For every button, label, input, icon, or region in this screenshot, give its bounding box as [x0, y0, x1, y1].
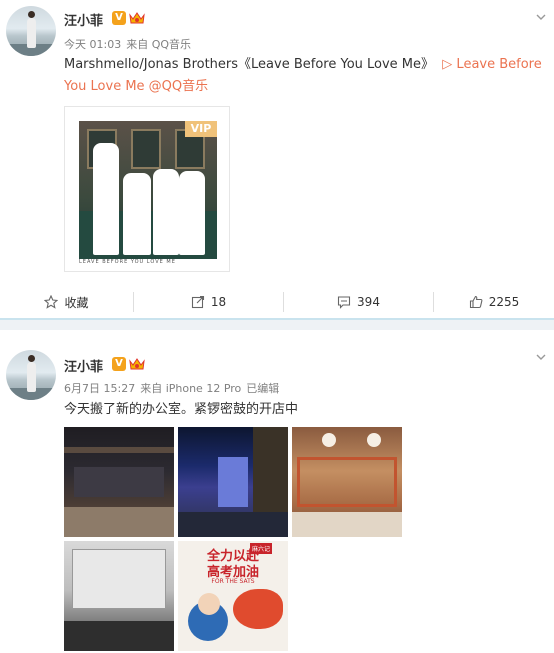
photo-thumbnail-3[interactable]: [292, 427, 402, 537]
author-name[interactable]: 汪小菲: [64, 10, 103, 29]
edited-label[interactable]: 已编辑: [246, 382, 279, 395]
post-source[interactable]: 来自 iPhone 12 Pro: [140, 382, 241, 395]
comment-count: 394: [357, 295, 380, 309]
verified-badge-icon: V: [112, 357, 126, 371]
author-avatar[interactable]: [6, 350, 56, 400]
repost-icon: [191, 295, 204, 309]
chevron-down-icon[interactable]: [536, 12, 546, 22]
album-caption: LEAVE BEFORE YOU LOVE ME: [79, 259, 176, 265]
vip-crown-icon[interactable]: [129, 11, 145, 25]
feed-divider: [0, 318, 554, 330]
album-card[interactable]: VIP LEAVE BEFORE YOU LOVE ME: [64, 106, 230, 272]
post-meta: 6月7日 15:27 来自 iPhone 12 Pro 已编辑: [64, 380, 284, 396]
photo-thumbnail-1[interactable]: [64, 427, 174, 537]
vip-label: VIP: [185, 121, 217, 137]
repost-count: 18: [210, 295, 227, 309]
repost-button[interactable]: 18: [134, 288, 283, 316]
comment-icon: [337, 296, 351, 309]
thumbs-up-icon: [469, 295, 483, 309]
like-button[interactable]: 2255: [434, 288, 554, 316]
favorite-button[interactable]: 收藏: [0, 288, 133, 316]
star-icon: [44, 295, 59, 309]
comment-button[interactable]: 394: [284, 288, 433, 316]
poster-logo: 麻六记: [250, 543, 273, 554]
post-time[interactable]: 6月7日 15:27: [64, 382, 135, 395]
post-text: 今天搬了新的办公室。紧锣密鼓的开店中: [64, 402, 299, 417]
feed-post-1: 汪小菲 V 今天 01:03 来自 QQ音乐 Marshmello/Jonas B…: [0, 0, 554, 318]
verified-badge-icon: V: [112, 11, 126, 25]
author-avatar[interactable]: [6, 6, 56, 56]
post-time[interactable]: 今天 01:03: [64, 38, 121, 51]
action-bar: 收藏 18 394 2255: [0, 288, 554, 316]
vip-crown-icon[interactable]: [129, 357, 145, 371]
like-count: 2255: [488, 295, 520, 309]
post-source[interactable]: 来自 QQ音乐: [126, 38, 191, 51]
photo-thumbnail-5[interactable]: 全力以赴 高考加油 FOR THE SATS 麻六记: [178, 541, 288, 651]
chevron-down-icon[interactable]: [536, 352, 546, 362]
photo-thumbnail-4[interactable]: [64, 541, 174, 651]
photo-thumbnail-2[interactable]: [178, 427, 288, 537]
post-text: Marshmello/Jonas Brothers《Leave Before Y…: [64, 54, 544, 98]
feed-post-2: 汪小菲 V 6月7日 15:27 来自 iPhone 12 Pro 已编辑 今天搬了…: [0, 330, 554, 653]
post-text-main: Marshmello/Jonas Brothers《Leave Before Y…: [64, 57, 435, 72]
author-name[interactable]: 汪小菲: [64, 356, 103, 375]
album-cover-image: VIP: [79, 121, 217, 259]
poster-subtext: FOR THE SATS: [211, 578, 255, 585]
favorite-label: 收藏: [64, 295, 89, 310]
post-meta: 今天 01:03 来自 QQ音乐: [64, 36, 196, 52]
